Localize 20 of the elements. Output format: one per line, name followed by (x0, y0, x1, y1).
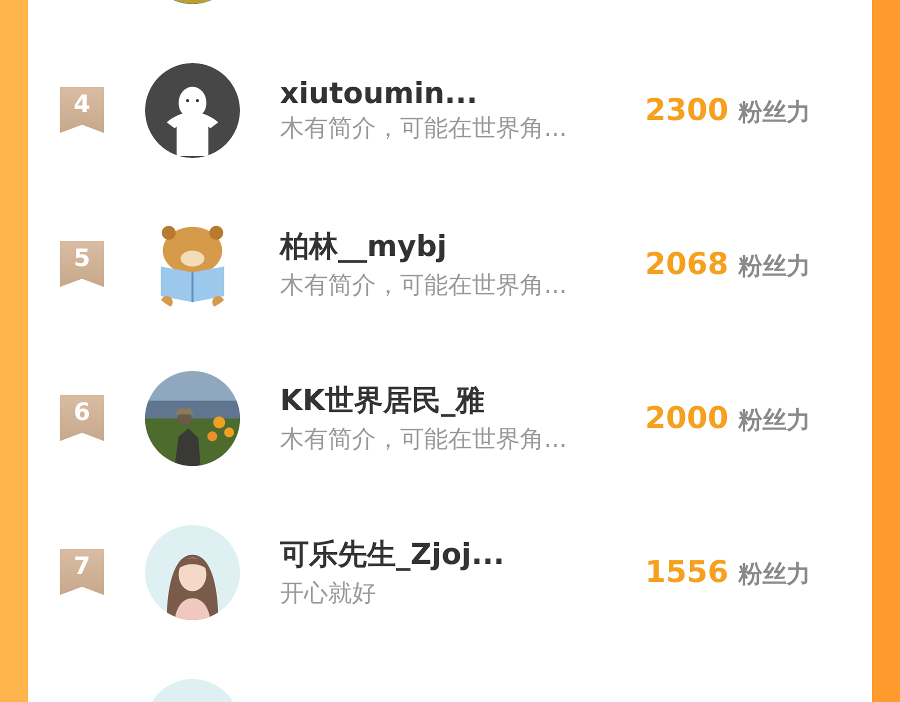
user-bio: 开心就好 (280, 578, 377, 609)
fan-score: 1556 (645, 554, 728, 590)
user-name[interactable]: KK世界居民_雅 (280, 381, 625, 421)
user-name[interactable]: xiutoumin... (280, 76, 625, 110)
rank-badge: 7 (60, 549, 104, 595)
rank-badge: 5 (60, 241, 104, 287)
user-bio: 木有简介，可能在世界角... (280, 270, 568, 301)
user-bio: 木有简介，可能在世界角... (280, 424, 568, 455)
score-unit: 粉丝力 (738, 558, 810, 590)
fan-score: 2000 (645, 400, 728, 436)
user-bio: 木有简介，可能在世界角... (280, 113, 568, 144)
fan-score: 2068 (645, 246, 728, 282)
rank-badge: 4 (60, 87, 104, 133)
user-name[interactable]: 柏林__mybj (280, 227, 625, 267)
score-unit: 粉丝力 (738, 96, 810, 128)
user-name[interactable]: 可乐先生_Zjoj... (280, 535, 625, 575)
fan-score: 2300 (645, 92, 728, 128)
score-unit: 粉丝力 (738, 250, 810, 282)
score-unit: 粉丝力 (738, 404, 810, 436)
rank-badge: 6 (60, 395, 104, 441)
